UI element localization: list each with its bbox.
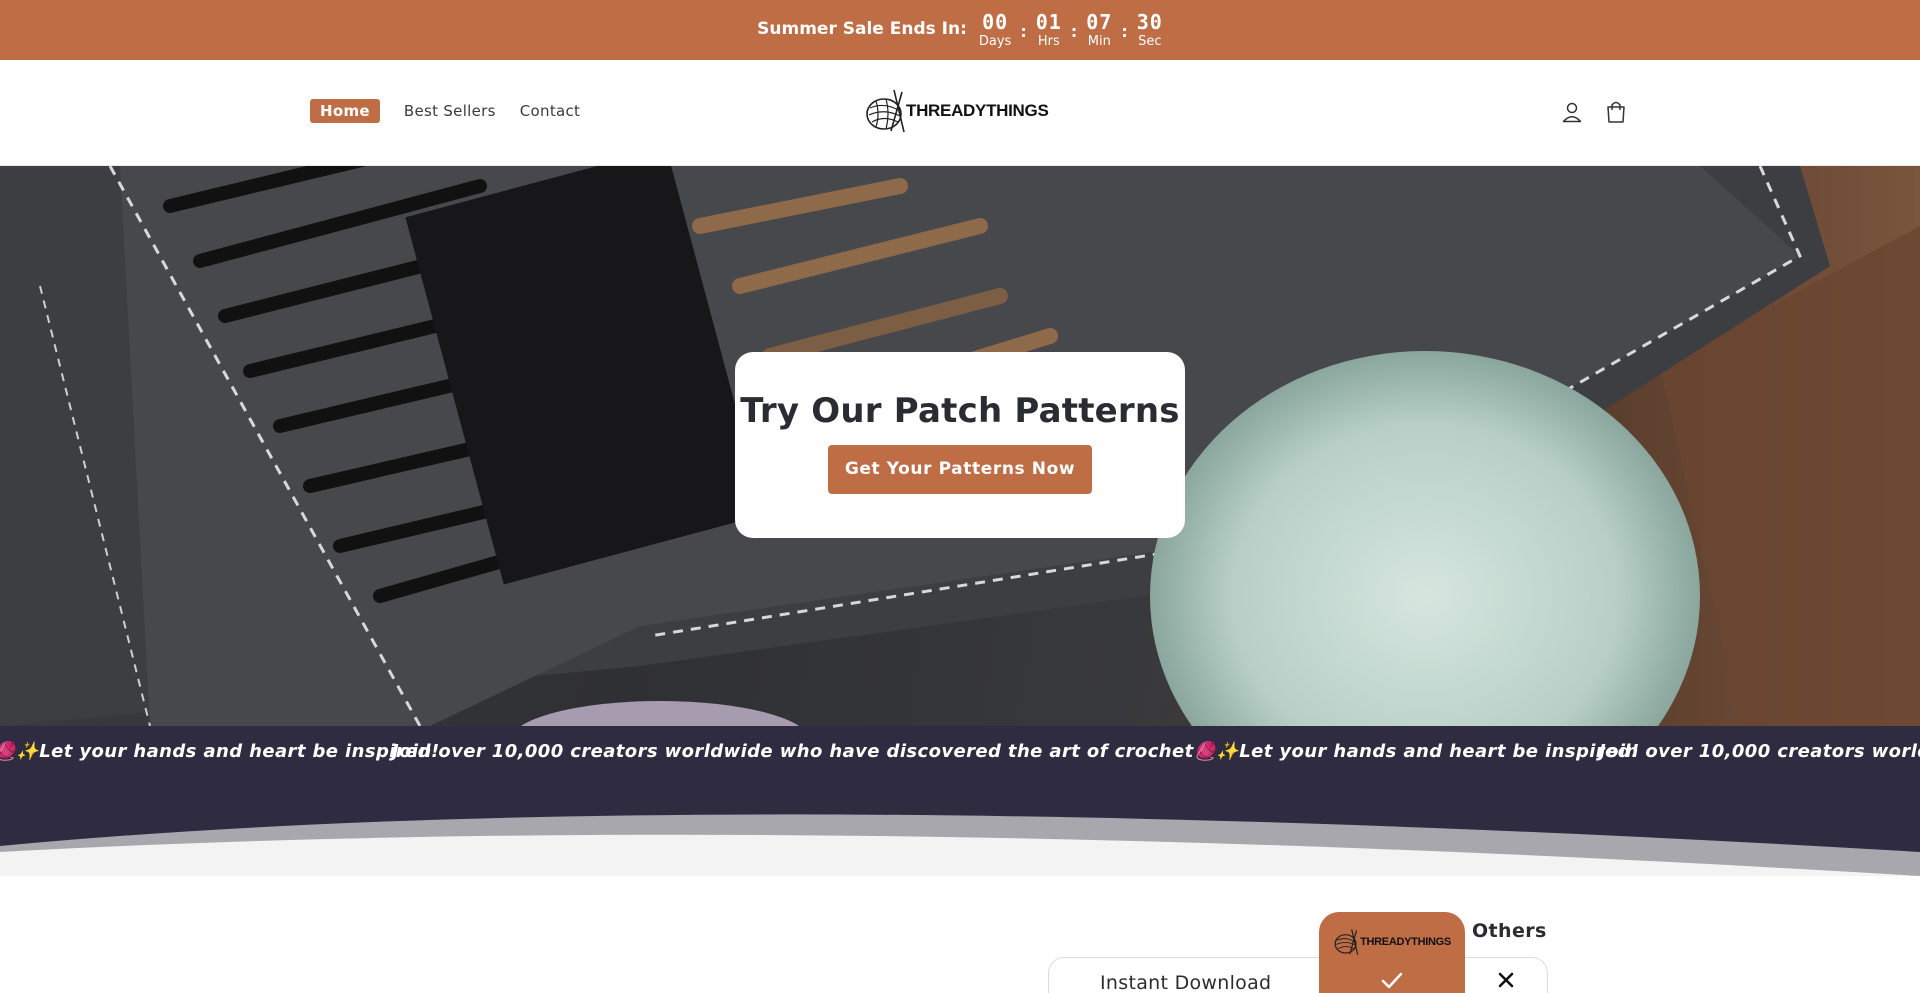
site-logo[interactable]: THREADYTHINGS xyxy=(864,88,1049,134)
countdown-hours-value: 01 xyxy=(1035,10,1062,34)
comparison-row-label: Instant Download xyxy=(1100,972,1272,993)
countdown-seconds-value: 30 xyxy=(1136,10,1163,34)
countdown-minutes: 07 Min xyxy=(1086,12,1112,48)
comparison-brand-logo-text: THREADYTHINGS xyxy=(1360,936,1451,948)
countdown-separator: : xyxy=(1121,21,1128,41)
section-wave-divider xyxy=(0,814,1920,876)
main-nav: Home Best Sellers Contact xyxy=(310,99,604,123)
header-actions xyxy=(1542,98,1630,126)
countdown-hours-label: Hrs xyxy=(1037,34,1060,49)
countdown-hours: 01 Hrs xyxy=(1036,12,1062,48)
countdown-days-label: Days xyxy=(978,34,1012,49)
check-icon xyxy=(1381,972,1403,989)
countdown-seconds-label: Sec xyxy=(1138,34,1162,49)
close-icon xyxy=(1498,972,1514,988)
countdown-seconds: 30 Sec xyxy=(1137,12,1163,48)
comparison-section xyxy=(0,876,1920,993)
announcement-bar: Summer Sale Ends In: 00 Days : 01 Hrs : … xyxy=(0,0,1920,60)
countdown-minutes-value: 07 xyxy=(1086,10,1113,34)
countdown-separator: : xyxy=(1020,21,1027,41)
cart-icon[interactable] xyxy=(1602,98,1630,126)
comparison-brand-logo: THREADYTHINGS xyxy=(1333,928,1451,956)
account-icon[interactable] xyxy=(1558,98,1586,126)
comparison-others-header: Others xyxy=(1472,920,1547,942)
countdown-minutes-label: Min xyxy=(1087,34,1111,49)
hero-banner: Try Our Patch Patterns Get Your Patterns… xyxy=(0,166,1920,726)
nav-item-best-sellers[interactable]: Best Sellers xyxy=(404,102,496,120)
countdown-days-value: 00 xyxy=(982,10,1009,34)
nav-item-home[interactable]: Home xyxy=(310,99,380,123)
countdown-days: 00 Days xyxy=(979,12,1011,48)
marquee-text: Join over 10,000 creators worldwide who … xyxy=(392,741,1640,762)
logo-text: THREADYTHINGS xyxy=(906,101,1049,120)
nav-item-contact[interactable]: Contact xyxy=(520,102,580,120)
hero-title: Try Our Patch Patterns xyxy=(740,390,1180,431)
yarn-ball-logo-icon xyxy=(1334,929,1359,955)
yarn-ball-logo-icon xyxy=(866,89,905,133)
countdown-separator: : xyxy=(1070,21,1078,41)
marquee-text: Join over 10,000 creators worldwide who … xyxy=(0,741,440,762)
marquee-text: Join over 10,000 creators worldwide who … xyxy=(1599,741,1920,762)
site-header: Home Best Sellers Contact THREADYTHINGS xyxy=(0,60,1920,166)
get-patterns-button[interactable]: Get Your Patterns Now xyxy=(828,444,1092,494)
hero-card: Try Our Patch Patterns Get Your Patterns… xyxy=(735,352,1185,538)
sale-label: Summer Sale Ends In: xyxy=(757,19,967,39)
